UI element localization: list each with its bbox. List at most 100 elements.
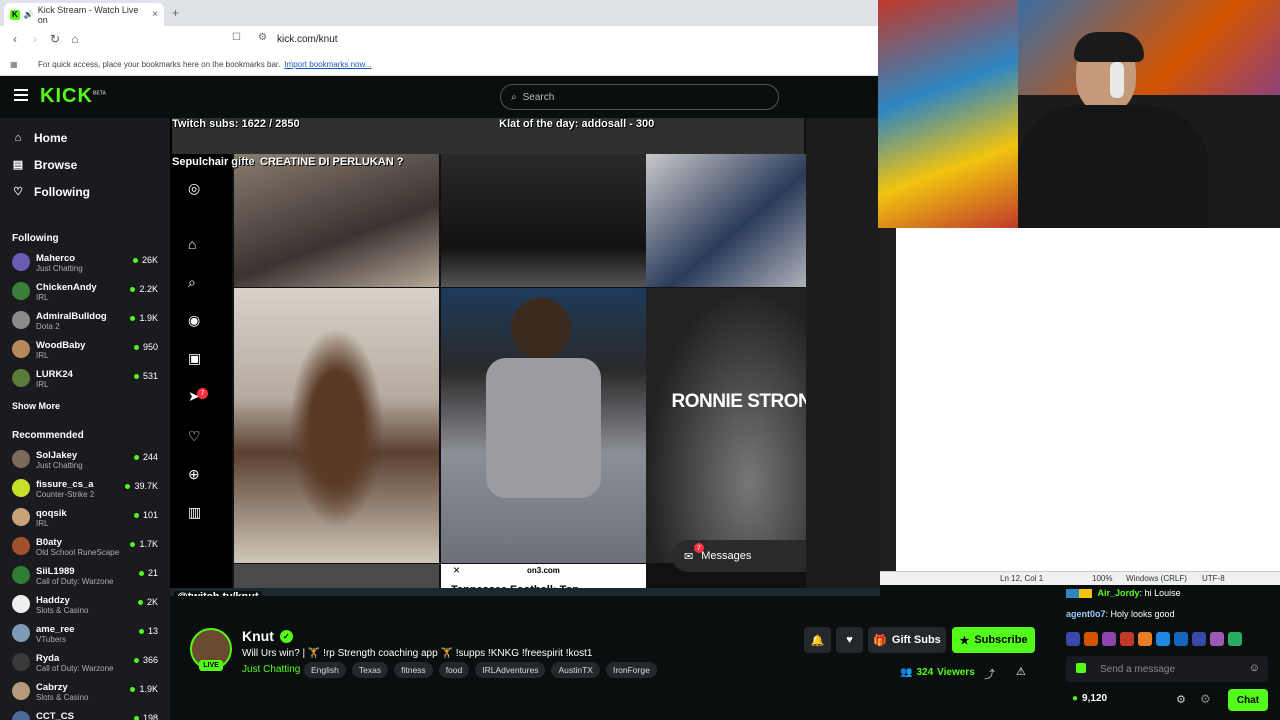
sidebar-channel-row[interactable]: Cabrzy Slots & Casino 1.9K [0,678,170,707]
stream-category[interactable]: Just Chatting [242,664,300,675]
channel-viewers: 101 [133,510,158,520]
tag-chip[interactable]: English [304,662,346,678]
tag-chip[interactable]: IronForge [605,662,657,678]
site-info-icon[interactable]: ⚙ [258,32,267,43]
gift-icon: 🎁 [873,634,887,647]
channel-avatar [12,711,30,720]
search-input[interactable]: ⌕ Search [500,84,779,110]
channel-category: IRL [36,293,49,302]
sidebar-nav-home[interactable]: ⌂ Home [0,124,170,151]
sidebar-channel-row[interactable]: LURK24 IRL 531 [0,365,170,394]
forward-icon[interactable]: › [26,32,44,46]
sidebar-channel-row[interactable]: CCT_CS 198 [0,707,170,720]
sidebar-channel-row[interactable]: AdmiralBulldog Dota 2 1.9K [0,307,170,336]
sidebar-channel-row[interactable]: Haddzy Slots & Casino 2K [0,591,170,620]
tag-chip[interactable]: fitness [394,662,433,678]
kick-logo[interactable]: KICKBETA [40,85,106,108]
viewers-label: Viewers [937,667,975,678]
emote [1228,632,1242,646]
chat-extra-icon[interactable]: ⚙ [1200,692,1211,706]
bookmarks-prompt: For quick access, place your bookmarks h… [38,60,281,69]
emote [1120,632,1134,646]
gift-subs-button[interactable]: 🎁 Gift Subs [868,627,946,653]
apps-grid-icon[interactable]: ▦ [10,60,22,69]
emote [1084,632,1098,646]
tag-chip[interactable]: food [438,662,470,678]
report-icon[interactable]: ⚠ [1016,665,1026,678]
ig-explore-icon: ◉ [188,312,201,328]
recommended-list: SolJakey Just Chatting 244 fissure_cs_a Coun… [0,446,170,720]
subscribe-button[interactable]: ★ Subscribe [952,627,1035,653]
nav-label: Following [34,184,90,199]
bookmark-star-icon[interactable]: ☐ [232,32,241,43]
caption-malay: CREATINE DI PERLUKAN ? [260,156,404,168]
sidebar-channel-row[interactable]: B0aty Old School RuneScape 1.7K [0,533,170,562]
channel-viewers: 366 [133,655,158,665]
tag-chip[interactable]: IRLAdventures [475,662,546,678]
chat-placeholder: Send a message [1100,663,1176,675]
video-player[interactable]: ◎ ⌂ ⌕ ◉ ▣ ➤ 7 ♡ ⊕ ▥ CREATINE DI PERLUKAN… [170,118,880,610]
back-icon[interactable]: ‹ [6,32,24,46]
emote [1138,632,1152,646]
live-dot-icon [138,570,144,576]
editor-gutter [880,228,896,585]
encoding: UTF-8 [1202,574,1225,583]
chat-username[interactable]: agent0o7 [1066,609,1106,619]
chat-send-button[interactable]: Chat [1228,689,1268,711]
ig-dashboard-icon: ▥ [188,504,202,520]
tag-chip[interactable]: AustinTX [551,662,600,678]
cursor-position: Ln 12, Col 1 [1000,574,1044,583]
menu-icon[interactable] [14,89,28,101]
sidebar-channel-row[interactable]: Ryda Call of Duty: Warzone 366 [0,649,170,678]
live-dot-icon [133,715,139,720]
sidebar-channel-row[interactable]: SiiL1989 Call of Duty: Warzone 21 [0,562,170,591]
home-browser-icon[interactable]: ⌂ [66,32,84,46]
live-dot-icon [137,599,143,605]
tag-chip[interactable]: Texas [351,662,389,678]
channel-viewers: 21 [138,568,158,578]
line-endings: Windows (CRLF) [1126,574,1187,583]
logo-text: KICK [40,85,93,107]
sidebar-channel-row[interactable]: qoqsik IRL 101 [0,504,170,533]
sidebar-channel-row[interactable]: Maherco Just Chatting 26K [0,249,170,278]
chat-username[interactable]: Air_Jordy [1098,588,1140,598]
channel-viewers: 531 [133,371,158,381]
live-dot-icon [130,686,136,692]
reload-icon[interactable]: ↻ [46,32,64,46]
channel-avatar [12,624,30,642]
nav-label: Browse [34,157,78,172]
emote [1102,632,1116,646]
channel-avatar [12,450,30,468]
emoji-icon[interactable]: ☺ [1249,662,1260,674]
chat-settings-icon[interactable]: ⚙ [1176,693,1186,706]
editor-status-bar: Ln 12, Col 1 100% Windows (CRLF) UTF-8 [880,571,1280,585]
sidebar-nav-browse[interactable]: ▤ Browse [0,151,170,178]
channel-name[interactable]: Knut [242,628,274,644]
sidebar-channel-row[interactable]: ame_ree VTubers 13 [0,620,170,649]
sidebar-channel-row[interactable]: fissure_cs_a Counter-Strike 2 39.7K [0,475,170,504]
import-bookmarks-link[interactable]: Import bookmarks now... [284,60,371,69]
ig-create-icon: ⊕ [188,466,200,482]
sidebar-channel-row[interactable]: ChickenAndy IRL 2.2K [0,278,170,307]
follow-button[interactable]: ♥ [836,627,863,653]
show-more-button[interactable]: Show More [0,396,170,416]
chat-input[interactable]: Send a message ☺ [1066,656,1268,682]
gift-subs-label: Gift Subs [891,634,941,646]
new-tab-button[interactable]: + [172,6,179,20]
channel-avatar [12,566,30,584]
tab-close-icon[interactable]: × [152,9,158,20]
channel-points[interactable]: ● 9,120 [1072,693,1107,704]
live-dot-icon [133,344,139,350]
browser-tab[interactable]: K 🔊 Kick Stream - Watch Live on × [4,3,164,26]
channel-category: Dota 2 [36,322,60,331]
notification-bell-button[interactable]: 🔔 [804,627,831,653]
emote [1174,632,1188,646]
sidebar-channel-row[interactable]: WoodBaby IRL 950 [0,336,170,365]
sidebar-nav-following[interactable]: ♡ Following [0,178,170,205]
url-field[interactable]: kick.com/knut [277,34,338,45]
share-icon[interactable]: ⤴ [984,666,995,682]
photo-bodybuilder-1 [234,288,439,563]
heart-icon: ♡ [13,186,23,198]
sidebar-channel-row[interactable]: SolJakey Just Chatting 244 [0,446,170,475]
messages-icon: ✉ [684,550,694,563]
